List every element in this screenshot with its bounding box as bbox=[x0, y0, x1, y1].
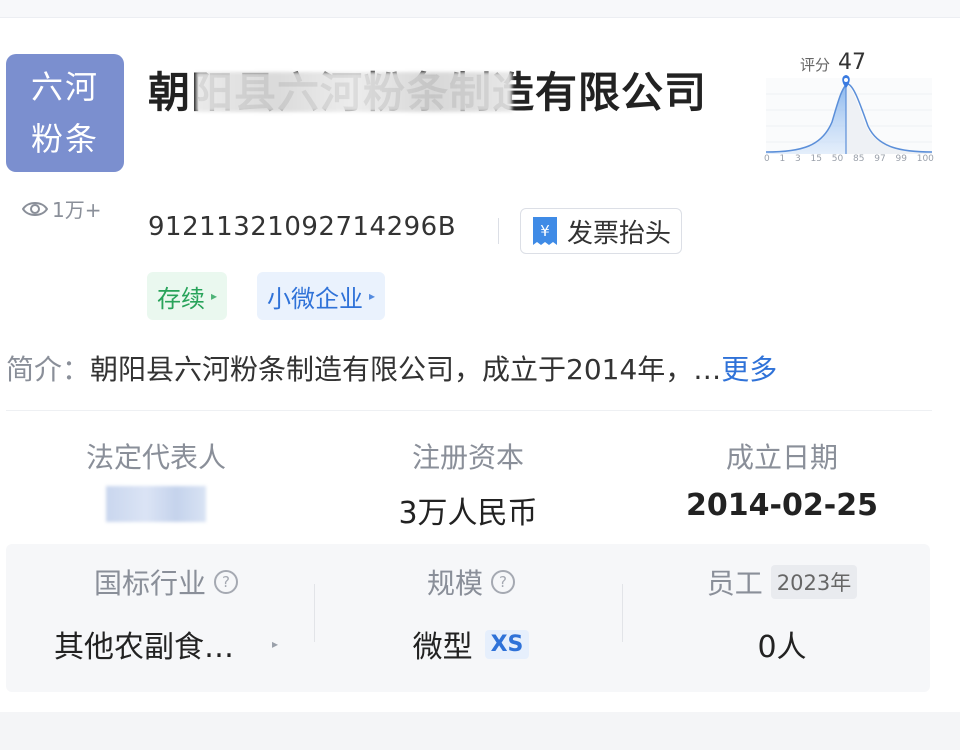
stat-label: 法定代表人 bbox=[85, 441, 226, 474]
score-tick: 99 bbox=[895, 154, 907, 164]
enterprise-type-badge[interactable]: 小微企业 ▸ bbox=[257, 272, 386, 320]
company-logo: 六河 粉条 bbox=[6, 54, 124, 172]
logo-line-1: 六河 bbox=[30, 68, 99, 106]
stat-value: 2014-02-25 bbox=[686, 488, 878, 523]
industry-value: 其他农副食… bbox=[53, 630, 234, 665]
divider bbox=[622, 584, 623, 642]
svg-text:¥: ¥ bbox=[540, 222, 550, 240]
score-tick: 1 bbox=[779, 154, 786, 164]
enterprise-type-label: 小微企业 bbox=[267, 284, 363, 313]
divider bbox=[498, 218, 499, 244]
scale-value: 微型 bbox=[412, 630, 473, 665]
industry-label: 国标行业 bbox=[93, 567, 206, 600]
industry-label-row: 国标行业 ? bbox=[26, 562, 306, 602]
employee-value-row: 0人 bbox=[642, 622, 922, 666]
status-badge-label: 存续 bbox=[157, 284, 205, 313]
redaction-block bbox=[106, 486, 206, 522]
top-strip bbox=[0, 0, 960, 18]
score-tick: 97 bbox=[874, 154, 886, 164]
score-value: 47 bbox=[838, 50, 866, 75]
caret-right-icon: ▸ bbox=[271, 637, 279, 651]
score-label: 评分 bbox=[800, 56, 831, 74]
intro-text: 朝阳县六河粉条制造有限公司，成立于2014年，… bbox=[90, 353, 722, 386]
scale-cell: 规模 ? 微型 XS bbox=[336, 562, 606, 666]
invoice-title-label: 发票抬头 bbox=[567, 218, 672, 249]
eye-icon bbox=[22, 201, 48, 216]
credit-code: 91211321092714296B bbox=[148, 212, 457, 242]
stat-value: 3万人民币 bbox=[398, 496, 538, 531]
scale-label-row: 规模 ? bbox=[336, 562, 606, 602]
stat-legal-representative[interactable]: 法定代表人 bbox=[26, 436, 286, 526]
help-icon[interactable]: ? bbox=[214, 570, 238, 594]
invoice-title-button[interactable]: ¥ 发票抬头 bbox=[520, 208, 683, 254]
industry-value-row: 其他农副食… ▸ bbox=[26, 622, 306, 666]
employee-label-row: 员工 2023年 bbox=[642, 562, 922, 602]
divider bbox=[6, 410, 932, 411]
score-tick: 85 bbox=[853, 154, 865, 164]
employee-value: 0人 bbox=[757, 630, 807, 665]
caret-right-icon: ▸ bbox=[211, 289, 218, 303]
score-tick: 3 bbox=[795, 154, 801, 164]
score-tick: 15 bbox=[810, 154, 822, 164]
invoice-icon: ¥ bbox=[533, 217, 557, 245]
score-axis: 0 1 3 15 50 85 97 99 100 bbox=[764, 154, 934, 164]
view-count: 1万+ bbox=[22, 194, 101, 223]
industry-cell[interactable]: 国标行业 ? 其他农副食… ▸ bbox=[26, 562, 306, 666]
score-tick: 100 bbox=[916, 154, 934, 164]
scale-value-row: 微型 XS bbox=[336, 622, 606, 666]
stat-label: 成立日期 bbox=[725, 441, 838, 474]
stat-label: 注册资本 bbox=[411, 441, 524, 474]
details-box: 国标行业 ? 其他农副食… ▸ 规模 ? 微型 XS 员工 2023年 0人 bbox=[6, 544, 930, 692]
score-chart[interactable]: 评分 47 0 1 3 15 50 85 97 99 100 bbox=[762, 50, 934, 172]
caret-right-icon: ▸ bbox=[369, 289, 376, 303]
year-badge[interactable]: 2023年 bbox=[770, 565, 858, 599]
logo-line-2: 粉条 bbox=[30, 120, 99, 158]
legal-representative-redacted bbox=[26, 476, 286, 526]
stat-founded-date: 成立日期 2014-02-25 bbox=[652, 436, 912, 523]
employee-label: 员工 bbox=[706, 567, 763, 600]
name-redaction bbox=[196, 72, 512, 112]
status-badge[interactable]: 存续 ▸ bbox=[147, 272, 228, 320]
divider bbox=[314, 584, 315, 642]
company-intro: 简介：朝阳县六河粉条制造有限公司，成立于2014年，…更多 bbox=[6, 348, 926, 388]
intro-label: 简介： bbox=[6, 353, 91, 386]
help-icon[interactable]: ? bbox=[491, 570, 515, 594]
view-count-text: 1万+ bbox=[52, 198, 102, 222]
scale-badge: XS bbox=[484, 629, 530, 659]
scale-label: 规模 bbox=[426, 567, 483, 600]
score-tick: 0 bbox=[764, 154, 770, 164]
score-tick: 50 bbox=[831, 154, 844, 164]
bottom-strip bbox=[0, 712, 960, 750]
stat-registered-capital: 注册资本 3万人民币 bbox=[338, 436, 598, 532]
intro-more-link[interactable]: 更多 bbox=[721, 353, 777, 386]
employee-cell: 员工 2023年 0人 bbox=[642, 562, 922, 666]
